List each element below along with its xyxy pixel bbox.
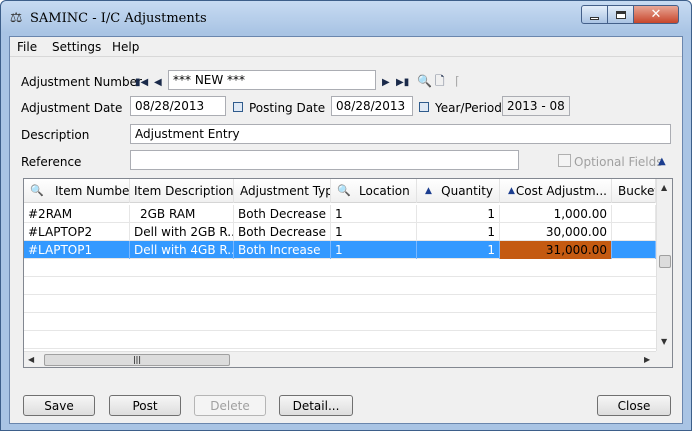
scales-icon: ⚖ [9,10,23,26]
cell-adjustment-type[interactable]: Both Decrease [234,223,331,241]
adjustment-date-label: Adjustment Date [21,101,123,115]
cell-item-description[interactable]: 2GB RAM [130,205,234,223]
collapse-up-icon[interactable]: ▲ [658,156,666,168]
detail-button[interactable]: Detail... [279,395,353,416]
previous-record-icon[interactable]: ◀ [154,77,162,89]
scroll-corner [656,351,672,367]
maximize-icon [615,10,626,19]
cell-quantity[interactable]: 1 [417,241,500,259]
window-title: SAMINC - I/C Adjustments [30,11,207,26]
year-period-label: Year/Period [435,101,502,115]
adjustment-number-label: Adjustment Number [21,75,142,89]
column-item-description[interactable]: Item Description [130,179,234,203]
post-button[interactable]: Post [109,395,181,416]
posting-date-calendar-icon[interactable] [419,102,429,112]
empty-row [24,331,656,349]
next-record-icon[interactable]: ▶ [382,77,390,89]
column-adjustment-type[interactable]: Adjustment Type [234,179,331,203]
cell-item-number[interactable]: #LAPTOP2 [24,223,130,241]
sort-up-icon: ▲ [425,186,432,196]
year-period-field: 2013 - 08 [502,96,570,116]
cell-bucket[interactable] [612,241,656,259]
empty-row [24,277,656,295]
horizontal-scrollbar[interactable]: ◀ ||| ▶ [24,351,656,367]
horizontal-scroll-thumb[interactable]: ||| [44,354,230,366]
column-quantity[interactable]: ▲ Quantity [417,179,500,203]
cell-item-number[interactable]: #LAPTOP1 [24,241,130,259]
adjustment-date-calendar-icon[interactable] [233,102,243,112]
column-bucket[interactable]: Bucket [612,179,656,203]
title-bar[interactable]: ⚖ SAMINC - I/C Adjustments ✕ [1,1,691,33]
cell-adjustment-type[interactable]: Both Increase [234,241,331,259]
scroll-up-icon[interactable]: ▲ [661,183,667,192]
table-row-selected[interactable]: #LAPTOP1 Dell with 4GB R... Both Increas… [24,241,656,259]
minimize-icon [590,17,599,20]
posting-date-input[interactable]: 08/28/2013 [331,96,413,116]
minimize-button[interactable] [581,5,608,24]
cell-quantity[interactable]: 1 [417,223,500,241]
maximize-button[interactable] [607,5,634,24]
cell-item-description[interactable]: Dell with 4GB R... [130,241,234,259]
save-button[interactable]: Save [23,395,95,416]
column-location[interactable]: 🔍 Location [331,179,417,203]
vertical-scroll-thumb[interactable] [659,255,671,268]
cell-cost-adjustment[interactable]: 30,000.00 [500,223,612,241]
client-area: File Settings Help Adjustment Number ▮◀ … [9,36,683,424]
search-icon[interactable]: 🔍 [417,75,432,87]
cell-item-number[interactable]: #2RAM [24,205,130,223]
optional-fields-checkbox[interactable] [558,154,571,167]
posting-date-label: Posting Date [249,101,326,115]
reference-input[interactable] [130,150,519,170]
reference-label: Reference [21,155,82,169]
description-input[interactable]: Adjustment Entry [130,124,671,144]
cell-location[interactable]: 1 [331,223,417,241]
cell-location[interactable]: 1 [331,205,417,223]
last-record-icon[interactable]: ▶▮ [396,77,409,89]
vertical-scrollbar[interactable]: ▲ ▼ [656,179,672,351]
menu-file[interactable]: File [17,40,37,54]
scroll-left-icon[interactable]: ◀ [28,355,34,364]
cell-bucket[interactable] [612,223,656,241]
close-window-button[interactable]: ✕ [633,5,679,24]
menu-bar: File Settings Help [10,37,682,57]
empty-row [24,259,656,277]
cell-quantity[interactable]: 1 [417,205,500,223]
search-icon[interactable]: 🔍 [30,179,44,203]
column-item-number[interactable]: 🔍 Item Number [24,179,130,203]
table-row[interactable]: #LAPTOP2 Dell with 2GB R... Both Decreas… [24,223,656,241]
menu-help[interactable]: Help [112,40,139,54]
app-window: ⚖ SAMINC - I/C Adjustments ✕ File Settin… [0,0,692,431]
scroll-down-icon[interactable]: ▼ [661,337,667,346]
cell-location[interactable]: 1 [331,241,417,259]
adjustment-date-input[interactable]: 08/28/2013 [130,96,226,116]
column-cost-adjustment[interactable]: ▲ Cost Adjustm... [500,179,612,203]
cell-adjustment-type[interactable]: Both Decrease [234,205,331,223]
scroll-right-icon[interactable]: ▶ [644,355,650,364]
close-icon: ✕ [650,7,662,22]
empty-row [24,295,656,313]
adjustment-number-input[interactable]: *** NEW *** [168,70,376,90]
cell-cost-adjustment[interactable]: 1,000.00 [500,205,612,223]
cell-cost-adjustment-active[interactable]: 31,000.00 [500,241,612,259]
cell-item-description[interactable]: Dell with 2GB R... [130,223,234,241]
grid-header: 🔍 Item Number Item Description Adjustmen… [24,179,656,203]
first-record-icon[interactable]: ▮◀ [135,77,148,89]
close-button[interactable]: Close [597,395,671,416]
zoom-icon[interactable]: ⌈ [455,75,460,87]
optional-fields-label: Optional Fields [574,155,663,169]
detail-grid[interactable]: 🔍 Item Number Item Description Adjustmen… [23,178,673,368]
description-label: Description [21,128,90,142]
search-icon[interactable]: 🔍 [337,179,351,203]
empty-row [24,313,656,331]
table-row[interactable]: #2RAM 2GB RAM Both Decrease 1 1 1,000.00 [24,205,656,223]
new-document-icon[interactable]: 🗋 [435,75,445,87]
sort-up-icon: ▲ [508,186,515,196]
cell-bucket[interactable] [612,205,656,223]
menu-settings[interactable]: Settings [52,40,101,54]
delete-button[interactable]: Delete [194,395,266,416]
